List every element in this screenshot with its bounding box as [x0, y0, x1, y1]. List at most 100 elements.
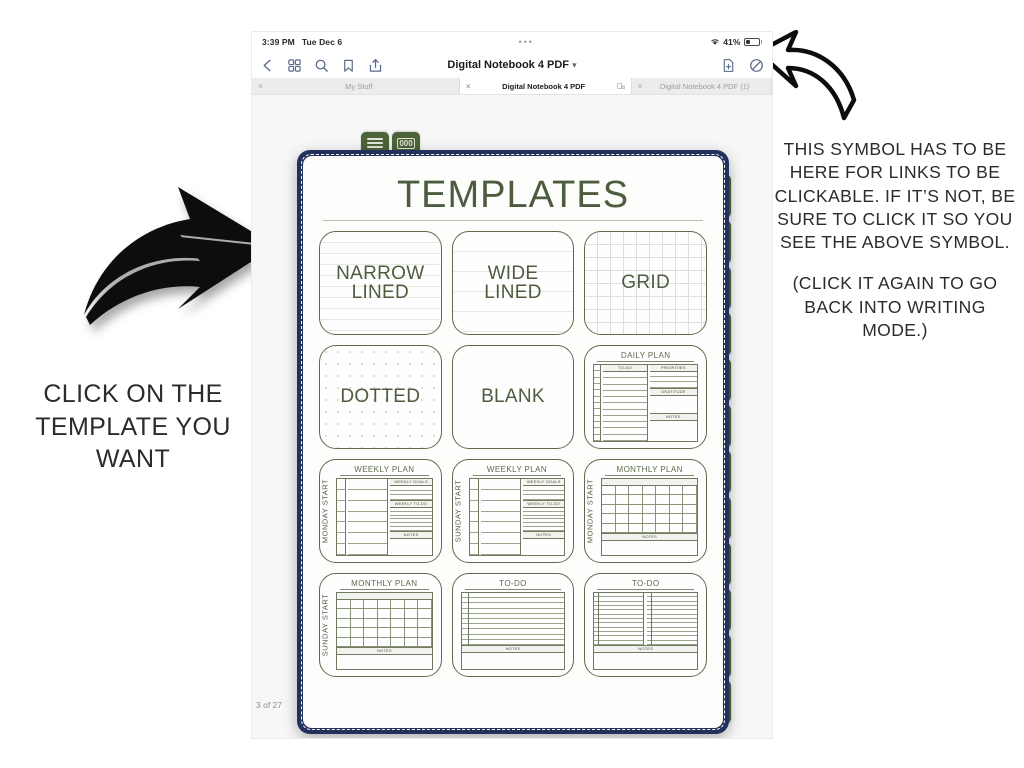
template-card-dotted[interactable]: DOTTED — [319, 345, 442, 449]
section-label: WEEKLY TO-DO — [523, 500, 565, 508]
section-label: PRIORITIES — [649, 365, 697, 372]
tab-close-icon[interactable]: × — [638, 82, 643, 91]
section-label: WEEKLY GOALS — [523, 479, 565, 486]
status-bar: 3:39 PM Tue Dec 6 ••• 41% — [252, 32, 772, 52]
section-label: TO-DO — [603, 365, 647, 372]
status-center-dots: ••• — [518, 37, 534, 47]
day-column — [337, 479, 346, 556]
page-indicator: 3 of 27 — [256, 700, 282, 710]
section-label: GRATITUDE — [649, 388, 697, 396]
tab-label: My Stuff — [345, 81, 373, 91]
zeros-tab-icon: 000 — [397, 137, 415, 149]
todo-column-left — [594, 593, 645, 645]
app-toolbar: Digital Notebook 4 PDF ▾ — [252, 52, 772, 78]
section-label: WEEKLY GOALS — [390, 479, 432, 486]
monthly-plan-sunday-preview: SUNDAY START MONTHLY PLAN NOTES — [320, 574, 441, 676]
template-side-label: SUNDAY START — [320, 593, 330, 657]
weekly-sections-column: WEEKLY GOALS WEEKLY TO-DO NOTES — [523, 479, 565, 555]
template-card-wide-lined[interactable]: WIDE LINED — [451, 231, 575, 335]
page-title: TEMPLATES — [396, 174, 630, 216]
template-card-monthly-plan-sunday[interactable]: SUNDAY START MONTHLY PLAN NOTES — [319, 573, 442, 677]
template-label: WIDE LINED — [484, 262, 542, 303]
template-label: TO-DO — [464, 579, 562, 590]
bookmark-icon[interactable] — [341, 58, 356, 73]
priorities-column: PRIORITIES GRATITUDE NOTES — [649, 365, 697, 441]
screenshot-root: CLICK ON THE TEMPLATE YOU WANT THIS SYMB… — [0, 0, 1024, 768]
template-label: GRID — [621, 272, 670, 294]
template-card-to-do-double[interactable]: TO-DO NOTES — [584, 573, 707, 677]
template-side-label: MONDAY START — [320, 478, 330, 544]
todo-column: TO-DO — [603, 365, 648, 441]
digital-notebook: 000 TEMPLATES NARROW LINED WIDE LINED GR… — [297, 132, 731, 734]
tab-strip: × My Stuff × Digital Notebook 4 PDF × Di… — [252, 78, 772, 95]
day-entries-column — [348, 479, 389, 556]
ipad-device-frame: 3:39 PM Tue Dec 6 ••• 41% Digital Notebo… — [252, 32, 772, 738]
section-label: WEEKLY TO-DO — [390, 500, 432, 508]
template-card-to-do-single[interactable]: TO-DO NOTES — [451, 573, 575, 677]
template-card-weekly-plan-monday[interactable]: MONDAY START WEEKLY PLAN WEEKLY GOALS WE… — [319, 459, 442, 563]
template-side-label: SUNDAY START — [453, 479, 463, 543]
todo-column-right — [647, 593, 697, 645]
chevron-left-icon[interactable] — [260, 58, 275, 73]
template-grid: NARROW LINED WIDE LINED GRID DOTTED BLAN… — [319, 231, 707, 677]
template-label: NARROW LINED — [336, 262, 425, 303]
annotation-left: CLICK ON THE TEMPLATE YOU WANT — [35, 380, 231, 473]
weekly-plan-monday-preview: MONDAY START WEEKLY PLAN WEEKLY GOALS WE… — [320, 460, 441, 562]
calendar-grid — [337, 600, 432, 647]
monthly-plan-monday-preview: MONDAY START MONTHLY PLAN NOTES — [585, 460, 706, 562]
title-divider — [323, 220, 703, 221]
pencil-slash-icon[interactable] — [749, 58, 764, 73]
section-label: NOTES — [461, 645, 565, 653]
status-time: 3:39 PM — [262, 37, 295, 47]
search-icon[interactable] — [314, 58, 329, 73]
template-card-grid[interactable]: GRID — [584, 231, 707, 335]
template-card-monthly-plan-monday[interactable]: MONDAY START MONTHLY PLAN NOTES — [584, 459, 707, 563]
tab-my-stuff[interactable]: × My Stuff — [252, 78, 460, 94]
annotation-right: THIS SYMBOL HAS TO BE HERE FOR LINKS TO … — [772, 138, 1018, 342]
annotation-right-para-2: (CLICK IT AGAIN TO GO BACK INTO WRITING … — [792, 273, 998, 340]
weekday-header-row — [337, 593, 432, 600]
share-icon[interactable] — [368, 58, 383, 73]
template-label: MONTHLY PLAN — [340, 579, 429, 590]
notebook-page: TEMPLATES NARROW LINED WIDE LINED GRID D… — [303, 156, 723, 728]
wifi-icon — [711, 39, 720, 45]
template-label: MONTHLY PLAN — [605, 465, 694, 476]
tab-close-icon[interactable]: × — [258, 82, 263, 91]
tab-digital-notebook-4-pdf-1[interactable]: × Digital Notebook 4 PDF (1) — [631, 78, 772, 94]
calendar-grid — [602, 486, 697, 533]
pdf-canvas[interactable]: 3 of 27 000 TEMPLATES NARROW LINED WIDE … — [252, 95, 772, 738]
tab-label: Digital Notebook 4 PDF (1) — [659, 81, 750, 91]
chevron-down-icon: ▾ — [572, 60, 577, 70]
tab-digital-notebook-4-pdf[interactable]: × Digital Notebook 4 PDF — [460, 78, 632, 94]
todo-lines — [468, 593, 565, 646]
checkbox-column — [594, 365, 602, 441]
battery-percent: 41% — [723, 37, 741, 47]
template-card-blank[interactable]: BLANK — [451, 345, 575, 449]
tab-close-icon[interactable]: × — [466, 82, 471, 91]
template-label: DAILY PLAN — [597, 351, 694, 362]
split-view-icon[interactable] — [616, 82, 625, 90]
checkbox-column — [461, 593, 469, 646]
day-entries-column — [480, 479, 522, 556]
weekly-sections-column: WEEKLY GOALS WEEKLY TO-DO NOTES — [390, 479, 432, 555]
section-label: NOTES — [602, 533, 697, 541]
section-label: NOTES — [649, 414, 697, 422]
status-date: Tue Dec 6 — [301, 37, 343, 47]
template-label: BLANK — [481, 386, 545, 408]
template-card-weekly-plan-sunday[interactable]: SUNDAY START WEEKLY PLAN WEEKLY GOALS WE… — [451, 459, 575, 563]
template-side-label: MONDAY START — [585, 478, 595, 544]
add-page-icon[interactable] — [721, 58, 736, 73]
document-title-label: Digital Notebook 4 PDF — [447, 59, 570, 71]
section-label: NOTES — [594, 645, 697, 653]
day-column — [469, 479, 479, 556]
weekday-header-row — [602, 479, 697, 486]
template-card-daily-plan[interactable]: DAILY PLAN TO-DO PRIORITIES GRATITUDE NO… — [584, 345, 707, 449]
battery-icon — [743, 38, 762, 46]
section-label: NOTES — [337, 647, 432, 655]
template-card-narrow-lined[interactable]: NARROW LINED — [319, 231, 442, 335]
grid-view-icon[interactable] — [287, 58, 302, 73]
tab-label: Digital Notebook 4 PDF — [502, 81, 586, 91]
section-label: NOTES — [390, 532, 432, 540]
lines-tab-icon — [367, 138, 383, 148]
annotation-right-para-1: THIS SYMBOL HAS TO BE HERE FOR LINKS TO … — [774, 139, 1016, 253]
